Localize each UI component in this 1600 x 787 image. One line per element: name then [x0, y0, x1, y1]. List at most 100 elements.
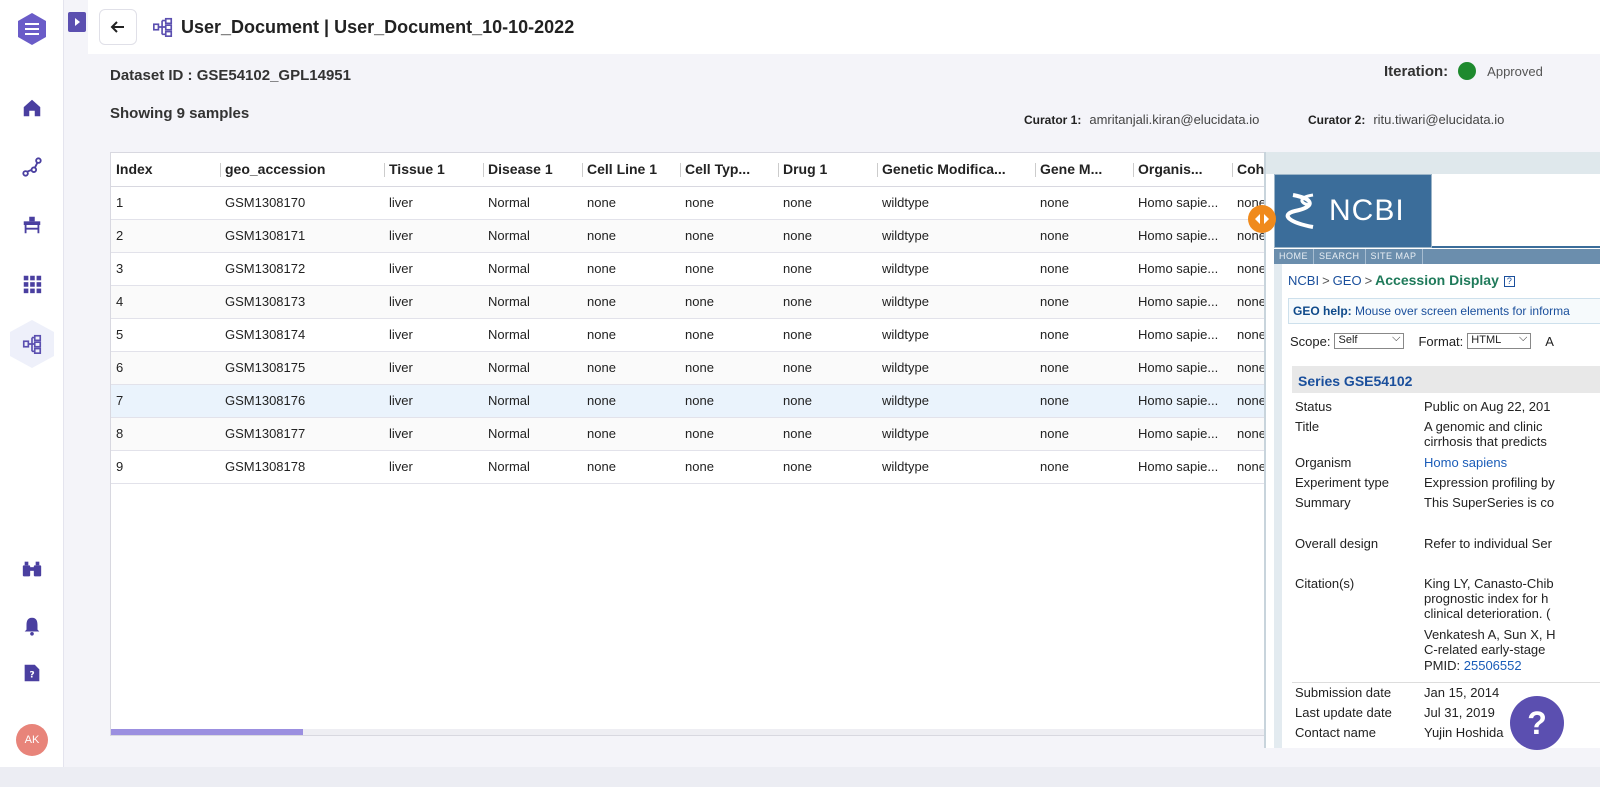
table-cell[interactable]: none: [778, 219, 877, 253]
column-header[interactable]: Gene M...: [1035, 153, 1133, 187]
scrollbar-thumb[interactable]: [111, 729, 303, 735]
column-header[interactable]: Cell Typ...: [680, 153, 778, 187]
table-cell[interactable]: none: [778, 252, 877, 286]
home-icon[interactable]: [16, 92, 48, 124]
table-cell[interactable]: wildtype: [877, 186, 1035, 220]
table-row[interactable]: 5 GSM1308174 liver Normal none none none wildty…: [111, 318, 1269, 352]
ncbi-menu-sitemap[interactable]: SITE MAP: [1366, 249, 1423, 264]
table-cell[interactable]: Homo sapie...: [1133, 450, 1232, 484]
table-cell[interactable]: GSM1308178: [220, 450, 384, 484]
table-cell[interactable]: none: [680, 252, 778, 286]
column-header[interactable]: Cell Line 1: [582, 153, 680, 187]
graph-icon[interactable]: [16, 151, 48, 183]
table-cell[interactable]: Homo sapie...: [1133, 219, 1232, 253]
table-cell[interactable]: GSM1308171: [220, 219, 384, 253]
table-cell[interactable]: liver: [384, 384, 483, 418]
table-cell[interactable]: liver: [384, 252, 483, 286]
table-cell[interactable]: none: [680, 219, 778, 253]
table-cell[interactable]: none: [582, 285, 680, 319]
table-cell[interactable]: Normal: [483, 186, 582, 220]
table-row[interactable]: 6 GSM1308175 liver Normal none none none wildty…: [111, 351, 1269, 385]
table-cell[interactable]: liver: [384, 351, 483, 385]
table-cell[interactable]: none: [778, 186, 877, 220]
table-cell[interactable]: Normal: [483, 417, 582, 451]
table-cell[interactable]: none: [778, 450, 877, 484]
table-cell[interactable]: none: [582, 252, 680, 286]
scope-select[interactable]: Self: [1334, 332, 1405, 349]
table-cell[interactable]: wildtype: [877, 351, 1035, 385]
table-cell[interactable]: liver: [384, 417, 483, 451]
table-cell[interactable]: none: [1035, 450, 1133, 484]
table-row[interactable]: 2 GSM1308171 liver Normal none none none wildty…: [111, 219, 1269, 253]
table-cell[interactable]: Homo sapie...: [1133, 351, 1232, 385]
table-cell[interactable]: none: [680, 186, 778, 220]
table-cell[interactable]: 1: [111, 186, 220, 220]
table-cell[interactable]: 9: [111, 450, 220, 484]
table-row[interactable]: 4 GSM1308173 liver Normal none none none wildty…: [111, 285, 1269, 319]
sidebar-toggle-button[interactable]: [68, 12, 86, 32]
table-row[interactable]: 1 GSM1308170 liver Normal none none none wildty…: [111, 186, 1269, 220]
table-cell[interactable]: 8: [111, 417, 220, 451]
ncbi-menu-search[interactable]: SEARCH: [1314, 249, 1366, 264]
table-cell[interactable]: none: [1035, 285, 1133, 319]
table-cell[interactable]: 5: [111, 318, 220, 352]
table-cell[interactable]: none: [1035, 318, 1133, 352]
table-cell[interactable]: none: [582, 417, 680, 451]
table-cell[interactable]: wildtype: [877, 450, 1035, 484]
table-cell[interactable]: liver: [384, 186, 483, 220]
table-cell[interactable]: Normal: [483, 219, 582, 253]
pmid-link[interactable]: 25506552: [1464, 658, 1522, 673]
table-cell[interactable]: none: [680, 450, 778, 484]
avatar[interactable]: AK: [16, 724, 48, 756]
ncbi-logo[interactable]: NCBI: [1274, 174, 1432, 248]
table-cell[interactable]: wildtype: [877, 285, 1035, 319]
table-cell[interactable]: none: [778, 318, 877, 352]
table-cell[interactable]: none: [680, 384, 778, 418]
table-cell[interactable]: 7: [111, 384, 220, 418]
ncbi-menu-home[interactable]: HOME: [1274, 249, 1314, 264]
table-row[interactable]: 9 GSM1308178 liver Normal none none none wildty…: [111, 450, 1269, 484]
table-cell[interactable]: liver: [384, 318, 483, 352]
crumb-ncbi[interactable]: NCBI: [1288, 273, 1319, 288]
app-logo-icon[interactable]: [17, 12, 47, 46]
column-header[interactable]: geo_accession: [220, 153, 384, 187]
table-cell[interactable]: Normal: [483, 318, 582, 352]
table-cell[interactable]: none: [680, 417, 778, 451]
table-cell[interactable]: Normal: [483, 384, 582, 418]
table-cell[interactable]: none: [582, 450, 680, 484]
table-cell[interactable]: liver: [384, 450, 483, 484]
table-cell[interactable]: none: [778, 417, 877, 451]
table-cell[interactable]: Normal: [483, 285, 582, 319]
binoculars-icon[interactable]: [16, 553, 48, 585]
column-header[interactable]: Drug 1: [778, 153, 877, 187]
back-button[interactable]: [99, 9, 137, 45]
table-cell[interactable]: Homo sapie...: [1133, 186, 1232, 220]
table-cell[interactable]: wildtype: [877, 252, 1035, 286]
table-cell[interactable]: GSM1308173: [220, 285, 384, 319]
table-cell[interactable]: liver: [384, 219, 483, 253]
table-cell[interactable]: none: [1035, 219, 1133, 253]
table-cell[interactable]: none: [582, 384, 680, 418]
workbench-icon[interactable]: [16, 209, 48, 241]
table-cell[interactable]: Normal: [483, 351, 582, 385]
column-header[interactable]: Index: [111, 153, 220, 187]
table-cell[interactable]: 6: [111, 351, 220, 385]
table-cell[interactable]: Normal: [483, 252, 582, 286]
dataset-icon[interactable]: [10, 320, 54, 368]
table-cell[interactable]: none: [778, 384, 877, 418]
table-cell[interactable]: Homo sapie...: [1133, 285, 1232, 319]
ncbi-geo-panel[interactable]: NCBI HOME SEARCH SITE MAP NCBI > GEO > Acces…: [1264, 152, 1600, 748]
table-cell[interactable]: Homo sapie...: [1133, 318, 1232, 352]
table-cell[interactable]: none: [1035, 252, 1133, 286]
table-cell[interactable]: none: [778, 351, 877, 385]
table-cell[interactable]: none: [582, 318, 680, 352]
table-cell[interactable]: 3: [111, 252, 220, 286]
table-cell[interactable]: GSM1308172: [220, 252, 384, 286]
column-header[interactable]: Tissue 1: [384, 153, 483, 187]
bell-icon[interactable]: [16, 610, 48, 642]
table-cell[interactable]: Homo sapie...: [1133, 417, 1232, 451]
crumb-geo[interactable]: GEO: [1333, 273, 1362, 288]
apps-grid-icon[interactable]: [16, 268, 48, 300]
table-cell[interactable]: GSM1308170: [220, 186, 384, 220]
table-cell[interactable]: Homo sapie...: [1133, 252, 1232, 286]
